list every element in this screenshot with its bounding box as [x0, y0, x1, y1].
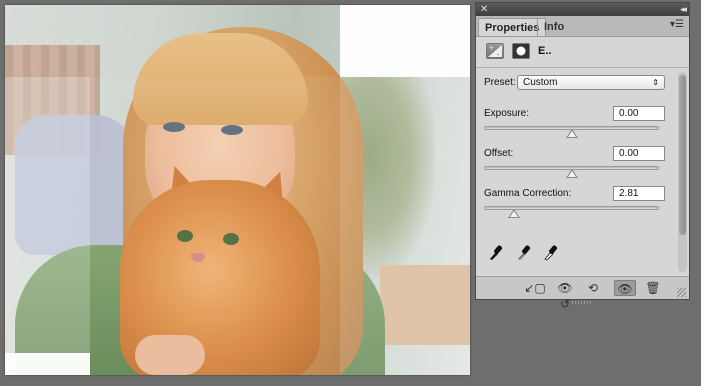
preset-label: Preset:: [484, 77, 516, 88]
gray-point-eyedropper-icon[interactable]: [516, 243, 532, 261]
exposure-slider-thumb[interactable]: [565, 129, 578, 138]
dropdown-arrows-icon: ⇕: [652, 78, 659, 87]
toggle-visibility-icon[interactable]: 👁: [614, 280, 636, 296]
clip-to-layer-icon[interactable]: ↙▢: [524, 280, 546, 296]
adjustment-region-left: [5, 77, 90, 375]
panel-menu-icon[interactable]: ▾☰: [670, 19, 684, 30]
gamma-correction-slider-thumb[interactable]: [508, 209, 520, 218]
adjustment-region-top-right: [340, 5, 470, 77]
layer-mask-icon[interactable]: [512, 43, 530, 59]
delete-layer-icon[interactable]: 🗑: [642, 280, 664, 296]
panel-tabs: Properties Info ▾☰: [476, 16, 689, 37]
reset-icon[interactable]: ⟲: [582, 280, 604, 296]
preset-value: Custom: [523, 77, 558, 88]
close-icon[interactable]: ✕: [480, 3, 488, 16]
panel-titlebar[interactable]: ✕ ◂◂: [476, 3, 689, 16]
adjustment-region-center: [90, 77, 340, 375]
properties-content: Preset: Custom ⇕ Exposure: 0.00 Offset: …: [476, 68, 689, 278]
preset-dropdown[interactable]: Custom ⇕: [517, 75, 665, 90]
panel-footer: ↙▢ 👁↺ ⟲ 👁 🗑: [476, 276, 689, 311]
adjustment-title: E..: [538, 45, 552, 57]
svg-text:+: +: [489, 45, 494, 52]
document-canvas[interactable]: [5, 5, 470, 375]
tab-info[interactable]: Info: [537, 18, 570, 36]
gamma-correction-field[interactable]: 2.81: [613, 186, 665, 201]
panel-drag-handle-icon[interactable]: [572, 301, 592, 304]
offset-field[interactable]: 0.00: [613, 146, 665, 161]
adjustment-region-bottom-left: [5, 353, 90, 375]
offset-slider-thumb[interactable]: [565, 169, 578, 178]
exposure-field[interactable]: 0.00: [613, 106, 665, 121]
panel-scrollbar-thumb[interactable]: [679, 75, 686, 235]
white-point-eyedropper-icon[interactable]: [543, 243, 559, 261]
view-previous-state-icon[interactable]: 👁↺: [554, 280, 576, 311]
adjustment-header: + - E..: [476, 37, 689, 68]
black-point-eyedropper-icon[interactable]: [488, 243, 504, 261]
adjustment-region-right: [340, 77, 470, 375]
svg-text:-: -: [497, 51, 499, 58]
gamma-correction-label: Gamma Correction:: [484, 188, 572, 199]
panel-scrollbar[interactable]: [678, 72, 687, 272]
offset-label: Offset:: [484, 148, 514, 159]
resize-grip-icon[interactable]: [677, 288, 686, 297]
collapse-icon[interactable]: ◂◂: [680, 3, 687, 16]
properties-panel: ✕ ◂◂ Properties Info ▾☰ + - E.. Preset: …: [475, 2, 690, 311]
exposure-label: Exposure:: [484, 108, 530, 119]
exposure-adjustment-icon[interactable]: + -: [486, 43, 504, 59]
